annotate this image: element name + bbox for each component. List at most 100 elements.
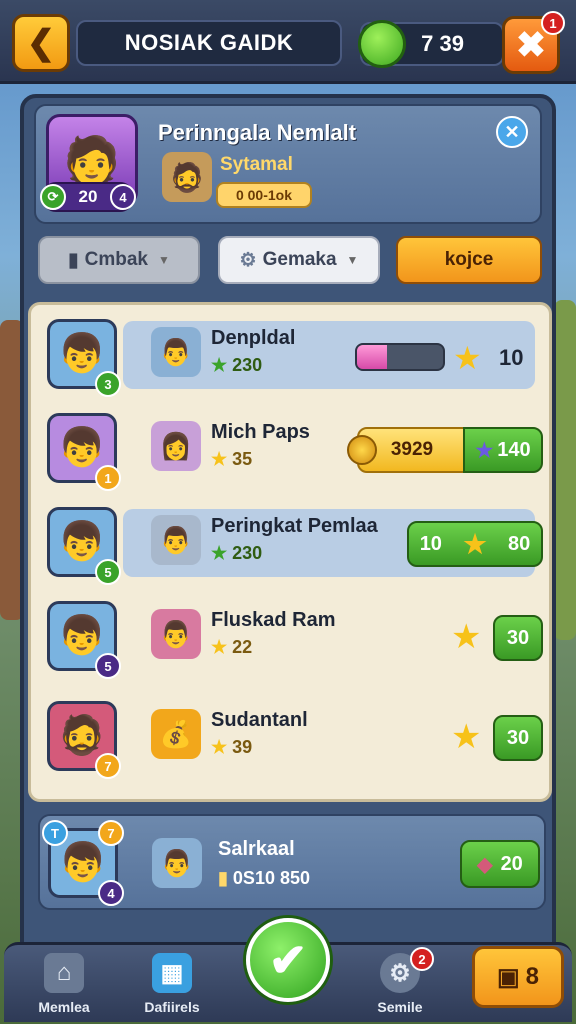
star-icon: ★ — [211, 449, 228, 469]
player-points: ★ 22 — [211, 637, 252, 658]
filter-label-2: Gemaka — [262, 249, 337, 270]
top-bar: ❮ NOSIAK GAIDK 7 39 ✖ 1 — [0, 0, 576, 84]
star-icon: ★ — [211, 543, 228, 563]
row-value: 140 — [497, 438, 531, 461]
home-icon: ⌂ — [44, 953, 84, 993]
star-icon: ★ — [451, 718, 482, 756]
profile-header: 🧑 20 ⟳ 4 Perinngala Nemlalt ✕ 🧔 Sytamal … — [34, 104, 542, 224]
list-item[interactable]: 👦 5 👨 Peringkat Pemlaa ★ 230 10 ★ 80 — [43, 501, 543, 585]
notification-badge: 2 — [410, 947, 434, 971]
points-value: 35 — [232, 449, 253, 469]
list-item[interactable]: 👦 1 👩 Mich Paps ★ 35 3929 ★ 140 — [43, 407, 543, 491]
star-icon: ★ — [475, 439, 494, 462]
score-badge: 30 — [493, 615, 543, 661]
row-value: 10 — [499, 345, 524, 370]
filter-button-3[interactable]: kojce — [396, 236, 542, 284]
sub-avatar: 👩 — [151, 421, 201, 471]
back-button[interactable]: ❮ — [12, 14, 70, 72]
score-badge: ★ 140 — [463, 427, 543, 473]
nav-home[interactable]: ⌂ Memlea — [16, 953, 112, 1015]
sub-avatar: 👨 — [152, 838, 202, 888]
player-name: Denpldal — [211, 327, 296, 349]
points-value: 39 — [232, 737, 253, 757]
info-close-button[interactable]: ✕ — [496, 116, 528, 148]
lock-icon: ▮ — [218, 868, 228, 888]
points-value: 0S10 850 — [232, 868, 310, 888]
chevron-left-icon: ❮ — [26, 24, 56, 62]
filter-label-1: Cmbak — [84, 249, 148, 270]
sub-value-pill: 0 00-1ok — [216, 182, 312, 208]
rank-badge: 5 — [95, 559, 121, 585]
ticket-icon: ◆ — [477, 853, 493, 876]
points-value: 230 — [232, 355, 263, 375]
rank-badge: 5 — [95, 653, 121, 679]
notification-badge: 1 — [541, 11, 565, 35]
row-value: 80 — [508, 532, 531, 555]
player-name: Peringkat Pemlaa — [211, 515, 378, 537]
confirm-button[interactable]: ✔ — [246, 918, 330, 1002]
player-points: ▮ 0S10 850 — [218, 868, 310, 889]
gem-icon — [358, 20, 406, 68]
player-points: ★ 230 — [211, 355, 262, 376]
player-name: Salrkaal — [218, 838, 295, 860]
profile-title: Perinngala Nemlalt — [158, 120, 357, 145]
caret-down-icon: ▼ — [346, 253, 359, 267]
close-icon: ✕ — [504, 121, 520, 142]
star-icon: ★ — [451, 618, 482, 656]
player-name: Fluskad Ram — [211, 609, 336, 631]
shop-value: 8 — [525, 963, 540, 990]
progress-fill — [357, 345, 388, 369]
filter-dropdown-2[interactable]: ⚙ Gemaka ▼ — [218, 236, 380, 284]
nav-label: Semile — [377, 999, 423, 1015]
checkmark-icon: ✔ — [268, 934, 308, 986]
gem-value: 7 39 — [421, 31, 464, 56]
shop-icon: ▣ — [496, 963, 520, 991]
star-icon: ★ — [453, 340, 482, 376]
leaderboard-list: 👦 3 👨 Denpldal ★ 230 ★ 10 👦 1 👩 Mich Pap… — [28, 302, 552, 802]
close-icon: ✖ — [515, 24, 547, 65]
bottom-badge: 4 — [98, 880, 124, 906]
list-item[interactable]: 👦 3 👨 Denpldal ★ 230 ★ 10 — [43, 313, 543, 397]
leaderboard-panel: 🧑 20 ⟳ 4 Perinngala Nemlalt ✕ 🧔 Sytamal … — [20, 94, 556, 1014]
player-points: ★ 230 — [211, 543, 262, 564]
player-points: ★ 35 — [211, 449, 252, 470]
list-item[interactable]: 👦 5 👨 Fluskad Ram ★ 22 ★ 30 — [43, 595, 543, 679]
points-value: 22 — [232, 637, 253, 657]
sub-name: Sytamal — [220, 154, 293, 175]
filter-icon: ▮ — [68, 249, 79, 271]
score-badge: 30 — [493, 715, 543, 761]
star-icon: ★ — [211, 355, 228, 375]
coin-icon — [347, 435, 377, 465]
settings-icon: ⚙ — [239, 249, 257, 271]
rank-icon-left: ⟳ — [40, 184, 66, 210]
bg-building-right — [554, 300, 576, 640]
rank-badge: 7 — [95, 753, 121, 779]
row-value: 20 — [500, 852, 523, 875]
level-value: 20 — [78, 187, 98, 206]
player-points: ★ 39 — [211, 737, 252, 758]
gem-counter: 7 39 — [358, 20, 504, 68]
score-badge: 10 ★ 80 — [407, 521, 543, 567]
player-name: Mich Paps — [211, 421, 310, 443]
points-value: 230 — [232, 543, 263, 563]
sub-avatar: 🧔 — [162, 152, 212, 202]
sub-avatar: 👨 — [151, 515, 201, 565]
close-button[interactable]: ✖ 1 — [502, 11, 565, 74]
nav-label: Dafiirels — [144, 999, 200, 1015]
score-badge: ◆ 20 — [460, 840, 540, 888]
top-badge: 7 — [98, 820, 124, 846]
screen-title: NOSIAK GAIDK — [76, 20, 342, 66]
left-value: 10 — [419, 532, 442, 555]
rank-badge: 4 — [110, 184, 136, 210]
nav-settings[interactable]: ⚙ Semile 2 — [352, 947, 448, 1015]
nav-shop-button[interactable]: ▣ 8 — [472, 946, 564, 1008]
current-player-row[interactable]: 👦 T 7 4 👨 Salrkaal ▮ 0S10 850 ◆ 20 — [38, 814, 546, 910]
nav-calendar[interactable]: ▦ Dafiirels — [124, 953, 220, 1015]
star-icon: ★ — [463, 528, 487, 559]
filter-dropdown-1[interactable]: ▮ Cmbak ▼ — [38, 236, 200, 284]
list-item[interactable]: 🧔 7 💰 Sudantanl ★ 39 ★ 30 — [43, 695, 543, 779]
player-name: Sudantanl — [211, 709, 308, 731]
star-icon: ★ — [211, 737, 228, 757]
calendar-icon: ▦ — [152, 953, 192, 993]
sub-avatar: 👨 — [151, 609, 201, 659]
